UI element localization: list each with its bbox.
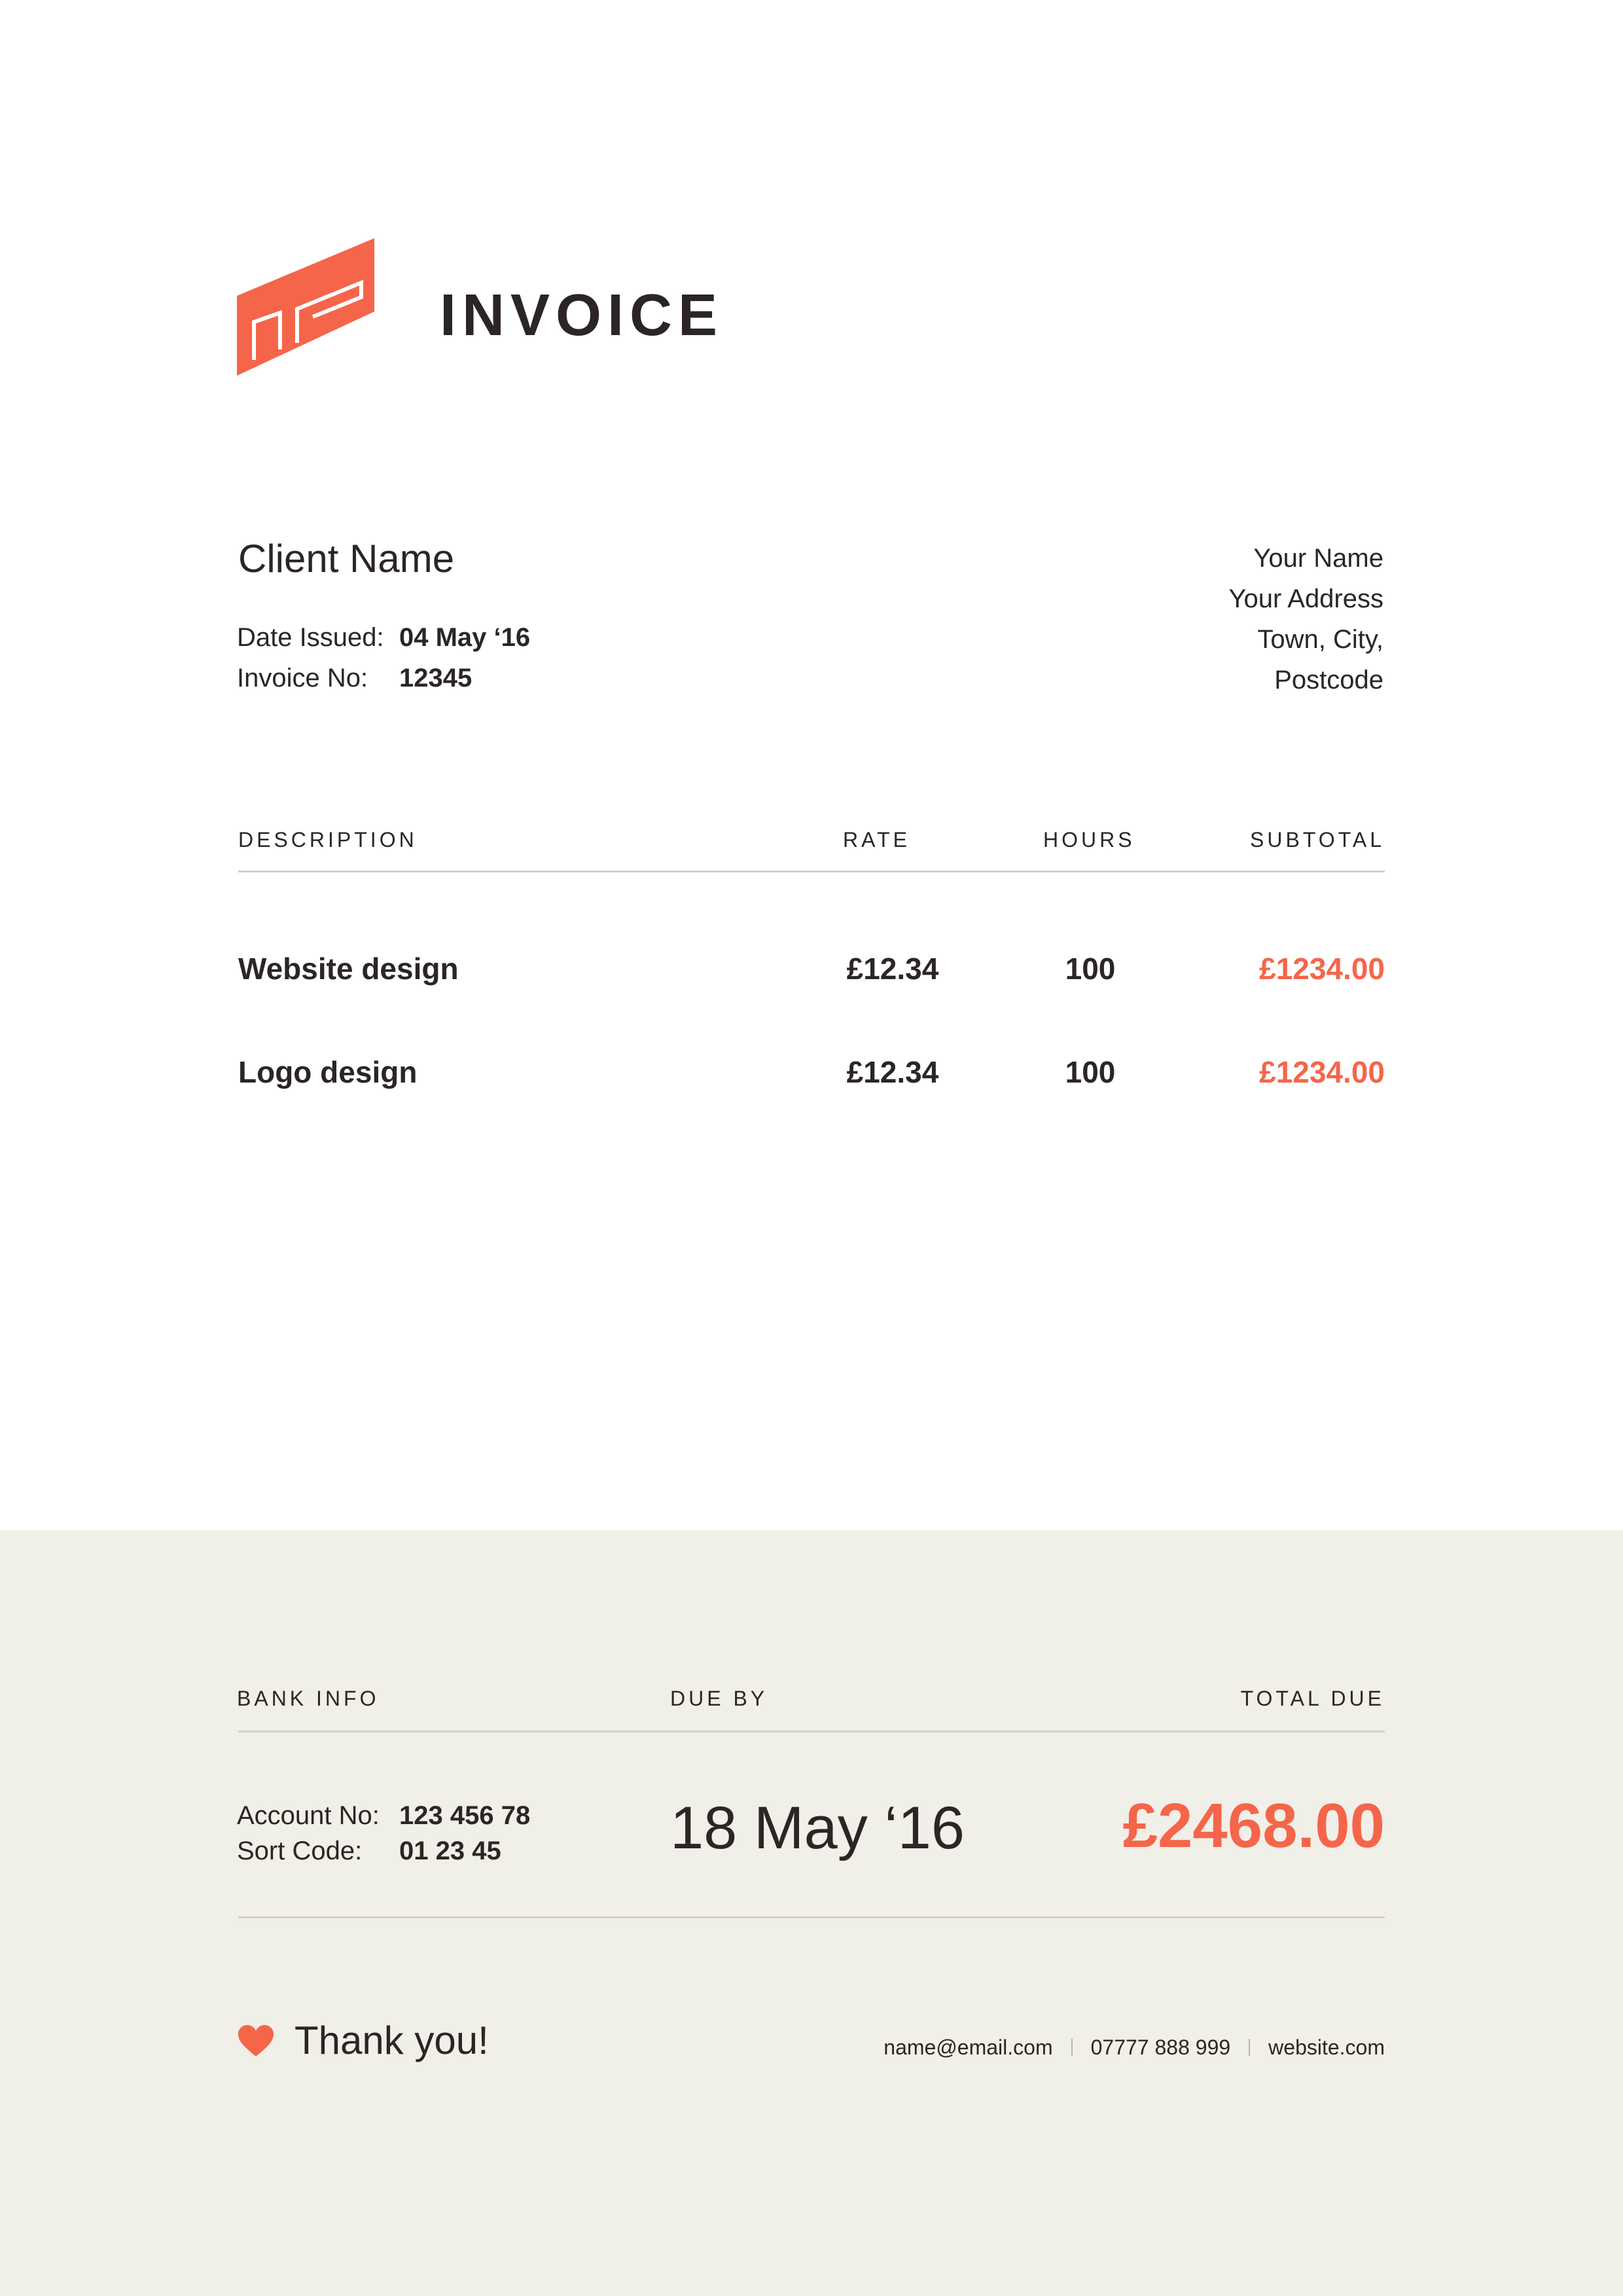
sender-postcode: Postcode xyxy=(1274,666,1383,694)
sender-name: Your Name xyxy=(1253,544,1383,573)
brand-logo-icon xyxy=(237,238,374,376)
heart-icon xyxy=(238,2025,274,2056)
invoice-number-label: Invoice No: xyxy=(237,664,368,692)
item-rate: £12.34 xyxy=(846,1055,939,1089)
sender-address-line: Your Address xyxy=(1228,584,1383,613)
contact-separator xyxy=(1249,2039,1251,2056)
due-date: 18 May ‘16 xyxy=(670,1795,965,1861)
date-issued-row: Date Issued: 04 May ‘16 xyxy=(237,622,530,653)
footer-header-divider xyxy=(238,1731,1385,1732)
due-by-header: DUE BY xyxy=(670,1687,768,1710)
thank-you-message: Thank you! xyxy=(294,2018,489,2062)
contact-email[interactable]: name@email.com xyxy=(883,2034,1052,2060)
column-header-hours: HOURS xyxy=(1043,828,1135,852)
date-issued-label: Date Issued: xyxy=(237,623,384,652)
footer-panel xyxy=(0,1530,1623,2296)
item-rate: £12.34 xyxy=(846,952,939,986)
sort-code-label: Sort Code: xyxy=(237,1837,363,1865)
sender-town: Town, City, xyxy=(1257,625,1383,654)
item-hours: 100 xyxy=(1065,1055,1116,1089)
date-issued-value: 04 May ‘16 xyxy=(399,623,531,652)
contact-phone[interactable]: 07777 888 999 xyxy=(1091,2034,1231,2060)
contact-website[interactable]: website.com xyxy=(1268,2034,1385,2060)
sort-code-row: Sort Code: 01 23 45 xyxy=(237,1835,501,1867)
column-header-rate: RATE xyxy=(843,828,910,852)
table-header-divider xyxy=(238,870,1385,872)
contact-info: name@email.com 07777 888 999 website.com xyxy=(883,2034,1385,2060)
table-row: Website design £12.34 100 £1234.00 xyxy=(238,949,1385,988)
sender-address: Your Name Your Address Town, City, Postc… xyxy=(1229,538,1383,700)
account-number-label: Account No: xyxy=(237,1801,380,1830)
client-name: Client Name xyxy=(238,537,455,581)
bank-info-header: BANK INFO xyxy=(237,1687,380,1710)
page-title: INVOICE xyxy=(440,283,724,348)
contact-separator xyxy=(1071,2039,1073,2056)
item-description: Logo design xyxy=(238,1055,418,1089)
column-header-subtotal: SUBTOTAL xyxy=(1250,828,1385,852)
footer-bottom-divider xyxy=(238,1916,1385,1918)
invoice-number-value: 12345 xyxy=(399,664,473,692)
table-row: Logo design £12.34 100 £1234.00 xyxy=(238,1052,1385,1092)
account-number-row: Account No: 123 456 78 xyxy=(237,1800,530,1831)
account-number-value: 123 456 78 xyxy=(399,1801,531,1830)
total-due-amount: £2468.00 xyxy=(1122,1791,1385,1861)
column-header-description: DESCRIPTION xyxy=(238,828,418,852)
total-due-header: TOTAL DUE xyxy=(1240,1687,1385,1710)
item-description: Website design xyxy=(238,952,459,986)
item-subtotal: £1234.00 xyxy=(1259,1055,1385,1089)
item-subtotal: £1234.00 xyxy=(1259,952,1385,986)
invoice-number-row: Invoice No: 12345 xyxy=(237,662,472,694)
sort-code-value: 01 23 45 xyxy=(399,1837,501,1865)
item-hours: 100 xyxy=(1065,952,1116,986)
